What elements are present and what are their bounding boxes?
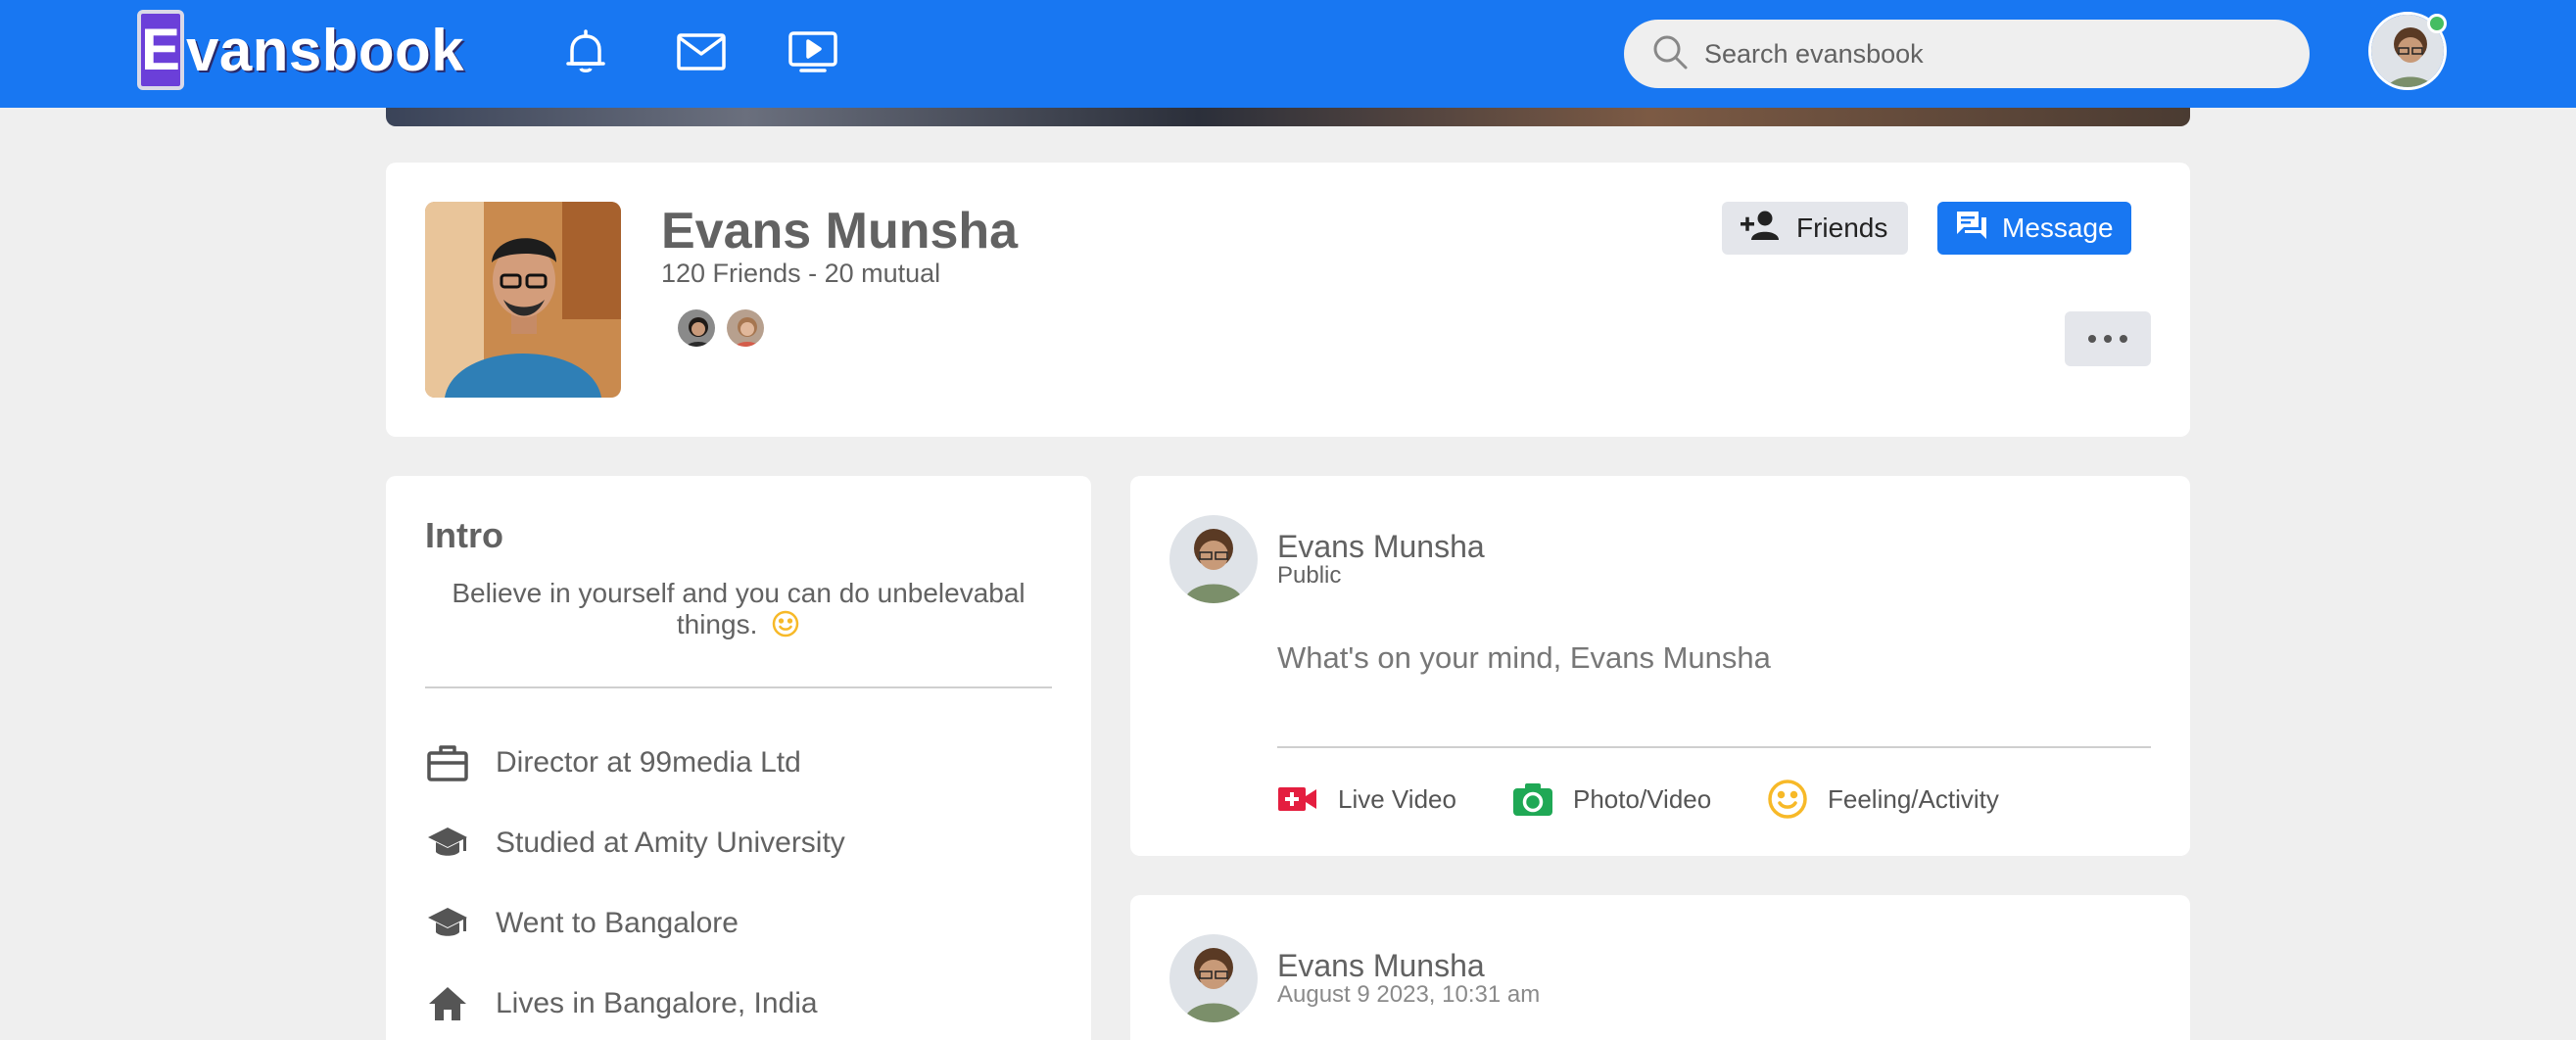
composer-avatar[interactable] (1169, 515, 1258, 603)
more-options-button[interactable] (2065, 311, 2151, 366)
composer-divider (1277, 746, 2151, 748)
intro-bio-text: Believe in yourself and you can do unbel… (452, 578, 1026, 639)
add-friend-icon (1740, 210, 1783, 248)
profile-photo[interactable] (425, 202, 621, 398)
intro-card: Intro Believe in yourself and you can do… (386, 476, 1091, 1040)
online-status-dot (2427, 14, 2447, 33)
intro-bio: Believe in yourself and you can do unbel… (425, 578, 1052, 645)
intro-item-location: Lives in Bangalore, India (425, 979, 818, 1028)
smile-icon (1767, 779, 1808, 820)
composer-visibility[interactable]: Public (1277, 562, 1341, 590)
briefcase-icon (425, 740, 470, 785)
intro-item-text: Studied at Amity University (496, 827, 845, 859)
intro-item-education: Studied at Amity University (425, 819, 845, 868)
evansbook-logo[interactable]: E vansbook (137, 10, 464, 90)
camera-icon (1512, 781, 1553, 817)
post-author-avatar[interactable] (1169, 934, 1258, 1022)
composer-author[interactable]: Evans Munsha (1277, 529, 1485, 565)
logo-letter: E (137, 10, 184, 90)
post-author-name[interactable]: Evans Munsha (1277, 948, 1485, 984)
graduation-cap-icon (425, 821, 470, 866)
intro-title: Intro (425, 515, 503, 555)
profile-card: Evans Munsha 120 Friends - 20 mutual Fri… (386, 163, 2190, 437)
search-icon (1651, 33, 1689, 75)
intro-item-text: Director at 99media Ltd (496, 746, 801, 779)
intro-item-text: Lives in Bangalore, India (496, 987, 818, 1019)
photo-video-label: Photo/Video (1573, 783, 1712, 814)
message-button-label: Message (2002, 213, 2114, 243)
intro-item-text: Went to Bangalore (496, 907, 739, 939)
mutual-friend-avatar[interactable] (725, 307, 766, 349)
mutual-friend-avatar[interactable] (676, 307, 717, 349)
dot-icon (2104, 335, 2112, 343)
friends-button[interactable]: Friends (1722, 202, 1908, 255)
graduation-cap-icon (425, 901, 470, 946)
photo-video-button[interactable]: Photo/Video (1512, 776, 1711, 823)
friends-button-label: Friends (1796, 213, 1888, 243)
logo-text: vansbook (186, 17, 465, 83)
search-bar[interactable] (1624, 20, 2310, 88)
intro-item-work: Director at 99media Ltd (425, 738, 801, 787)
post-composer: Evans Munsha Public What's on your mind,… (1130, 476, 2190, 856)
message-button[interactable]: Message (1937, 202, 2131, 255)
post-card: Evans Munsha August 9 2023, 10:31 am (1130, 895, 2190, 1040)
search-input[interactable] (1704, 38, 2253, 70)
feeling-activity-button[interactable]: Feeling/Activity (1767, 776, 1999, 823)
live-video-icon (1277, 784, 1318, 814)
intro-item-education: Went to Bangalore (425, 899, 739, 948)
video-icon[interactable] (786, 24, 840, 79)
chat-icon (1955, 210, 1988, 248)
profile-name: Evans Munsha (661, 203, 1019, 260)
dot-icon (2088, 335, 2096, 343)
dot-icon (2120, 335, 2127, 343)
feeling-activity-label: Feeling/Activity (1828, 783, 1999, 814)
home-icon (425, 981, 470, 1026)
live-video-label: Live Video (1338, 783, 1456, 814)
smile-icon (771, 609, 800, 645)
composer-input[interactable]: What's on your mind, Evans Munsha (1277, 640, 1771, 676)
live-video-button[interactable]: Live Video (1277, 776, 1456, 823)
bell-icon[interactable] (558, 24, 613, 79)
mail-icon[interactable] (674, 24, 729, 79)
intro-divider (425, 686, 1052, 688)
friends-count[interactable]: 120 Friends - 20 mutual (661, 259, 940, 289)
post-timestamp[interactable]: August 9 2023, 10:31 am (1277, 981, 1540, 1009)
top-navbar: E vansbook (0, 0, 2576, 108)
